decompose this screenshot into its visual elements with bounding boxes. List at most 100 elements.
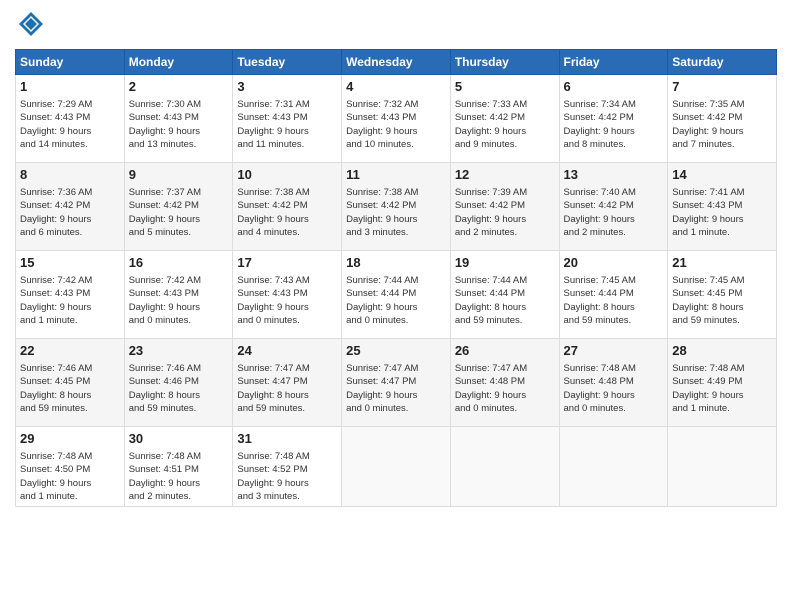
day-number: 12 [455, 166, 555, 184]
logo [15, 10, 45, 43]
cell-line: Daylight: 9 hours [672, 213, 772, 226]
cell-line: Sunset: 4:45 PM [20, 375, 120, 388]
cell-line: and 11 minutes. [237, 138, 337, 151]
cell-line: Sunset: 4:47 PM [237, 375, 337, 388]
cell-5-7 [668, 426, 777, 506]
cell-line: and 14 minutes. [20, 138, 120, 151]
cell-line: and 0 minutes. [237, 314, 337, 327]
cell-line: Sunset: 4:45 PM [672, 287, 772, 300]
day-number: 2 [129, 78, 229, 96]
cell-2-1: 8 Sunrise: 7:36 AMSunset: 4:42 PMDaylight… [16, 162, 125, 250]
cell-line: Sunrise: 7:32 AM [346, 98, 446, 111]
day-number: 22 [20, 342, 120, 360]
day-number: 3 [237, 78, 337, 96]
cell-1-4: 4Sunrise: 7:32 AMSunset: 4:43 PMDaylight… [342, 74, 451, 162]
cell-1-7: 7Sunrise: 7:35 AMSunset: 4:42 PMDaylight… [668, 74, 777, 162]
cell-line: and 7 minutes. [672, 138, 772, 151]
cell-line: Daylight: 8 hours [455, 301, 555, 314]
col-header-monday: Monday [124, 49, 233, 74]
cell-line: and 9 minutes. [455, 138, 555, 151]
cell-line: and 1 minute. [20, 314, 120, 327]
cell-line: Daylight: 9 hours [455, 389, 555, 402]
col-header-friday: Friday [559, 49, 668, 74]
cell-line: Sunset: 4:43 PM [237, 287, 337, 300]
week-row-2: 8Sunrise: 7:36 AMSunset: 4:42 PMDaylight… [16, 162, 777, 250]
cell-line: Daylight: 9 hours [346, 301, 446, 314]
col-header-thursday: Thursday [450, 49, 559, 74]
cell-4-2: 23Sunrise: 7:46 AMSunset: 4:46 PMDayligh… [124, 338, 233, 426]
cell-line: Daylight: 9 hours [346, 213, 446, 226]
cell-line: Sunrise: 7:31 AM [237, 98, 337, 111]
cell-line: Sunset: 4:43 PM [346, 111, 446, 124]
week-row-3: 15Sunrise: 7:42 AMSunset: 4:43 PMDayligh… [16, 250, 777, 338]
cell-line: Sunrise: 7:29 AM [20, 98, 120, 111]
day-number: 7 [672, 78, 772, 96]
cell-4-4: 25Sunrise: 7:47 AMSunset: 4:47 PMDayligh… [342, 338, 451, 426]
cell-line: and 59 minutes. [237, 402, 337, 415]
cell-line: Daylight: 9 hours [129, 125, 229, 138]
cell-1-5: 5Sunrise: 7:33 AMSunset: 4:42 PMDaylight… [450, 74, 559, 162]
cell-line: Daylight: 9 hours [564, 389, 664, 402]
col-header-saturday: Saturday [668, 49, 777, 74]
cell-line: Daylight: 9 hours [20, 301, 120, 314]
day-number: 29 [20, 430, 120, 448]
cell-line: Sunset: 4:43 PM [237, 111, 337, 124]
cell-line: Sunset: 4:44 PM [564, 287, 664, 300]
cell-line: Sunset: 4:43 PM [20, 111, 120, 124]
cell-line: Daylight: 9 hours [129, 301, 229, 314]
day-number: 17 [237, 254, 337, 272]
cell-line: Sunrise: 7:33 AM [455, 98, 555, 111]
day-number: 23 [129, 342, 229, 360]
cell-2-5: 12 Sunrise: 7:39 AMSunset: 4:42 PMDayligh… [450, 162, 559, 250]
cell-line: and 59 minutes. [672, 314, 772, 327]
cell-3-4: 18Sunrise: 7:44 AMSunset: 4:44 PMDayligh… [342, 250, 451, 338]
cell-line: Daylight: 9 hours [346, 125, 446, 138]
cell-3-7: 21Sunrise: 7:45 AMSunset: 4:45 PMDayligh… [668, 250, 777, 338]
cell-line: Daylight: 9 hours [20, 125, 120, 138]
day-number: 11 [346, 166, 446, 184]
cell-line: Sunrise: 7:39 AM [455, 186, 555, 199]
cell-line: and 0 minutes. [346, 402, 446, 415]
cell-1-1: 1Sunrise: 7:29 AMSunset: 4:43 PMDaylight… [16, 74, 125, 162]
cell-line: and 1 minute. [672, 226, 772, 239]
cell-line: Daylight: 9 hours [455, 213, 555, 226]
day-number: 8 [20, 166, 120, 184]
cell-line: Sunrise: 7:44 AM [346, 274, 446, 287]
cell-line: and 59 minutes. [455, 314, 555, 327]
cell-line: Daylight: 9 hours [20, 213, 120, 226]
cell-5-1: 29Sunrise: 7:48 AMSunset: 4:50 PMDayligh… [16, 426, 125, 506]
cell-4-1: 22Sunrise: 7:46 AMSunset: 4:45 PMDayligh… [16, 338, 125, 426]
cell-2-2: 9Sunrise: 7:37 AMSunset: 4:42 PMDaylight… [124, 162, 233, 250]
cell-5-3: 31Sunrise: 7:48 AMSunset: 4:52 PMDayligh… [233, 426, 342, 506]
cell-4-6: 27Sunrise: 7:48 AMSunset: 4:48 PMDayligh… [559, 338, 668, 426]
cell-line: Sunset: 4:46 PM [129, 375, 229, 388]
day-number: 27 [564, 342, 664, 360]
cell-line: and 2 minutes. [129, 490, 229, 503]
cell-4-7: 28Sunrise: 7:48 AMSunset: 4:49 PMDayligh… [668, 338, 777, 426]
cell-line: and 0 minutes. [346, 314, 446, 327]
cell-line: Daylight: 8 hours [20, 389, 120, 402]
cell-line: Sunset: 4:42 PM [455, 199, 555, 212]
day-number: 28 [672, 342, 772, 360]
cell-line: Sunset: 4:44 PM [455, 287, 555, 300]
cell-4-3: 24Sunrise: 7:47 AMSunset: 4:47 PMDayligh… [233, 338, 342, 426]
cell-line: Sunrise: 7:36 AM [20, 186, 120, 199]
cell-line: Sunset: 4:42 PM [20, 199, 120, 212]
cell-1-2: 2Sunrise: 7:30 AMSunset: 4:43 PMDaylight… [124, 74, 233, 162]
cell-line: Sunset: 4:42 PM [237, 199, 337, 212]
cell-line: Daylight: 9 hours [564, 213, 664, 226]
cell-line: Sunset: 4:43 PM [129, 111, 229, 124]
day-number: 15 [20, 254, 120, 272]
cell-line: and 2 minutes. [564, 226, 664, 239]
week-row-5: 29Sunrise: 7:48 AMSunset: 4:50 PMDayligh… [16, 426, 777, 506]
logo-text [15, 10, 45, 43]
cell-line: and 3 minutes. [237, 490, 337, 503]
cell-line: Sunset: 4:52 PM [237, 463, 337, 476]
cell-line: and 59 minutes. [20, 402, 120, 415]
cell-line: Sunrise: 7:48 AM [20, 450, 120, 463]
day-number: 20 [564, 254, 664, 272]
cell-line: Daylight: 9 hours [672, 125, 772, 138]
cell-line: Daylight: 9 hours [237, 477, 337, 490]
cell-2-3: 10Sunrise: 7:38 AMSunset: 4:42 PMDayligh… [233, 162, 342, 250]
day-number: 13 [564, 166, 664, 184]
